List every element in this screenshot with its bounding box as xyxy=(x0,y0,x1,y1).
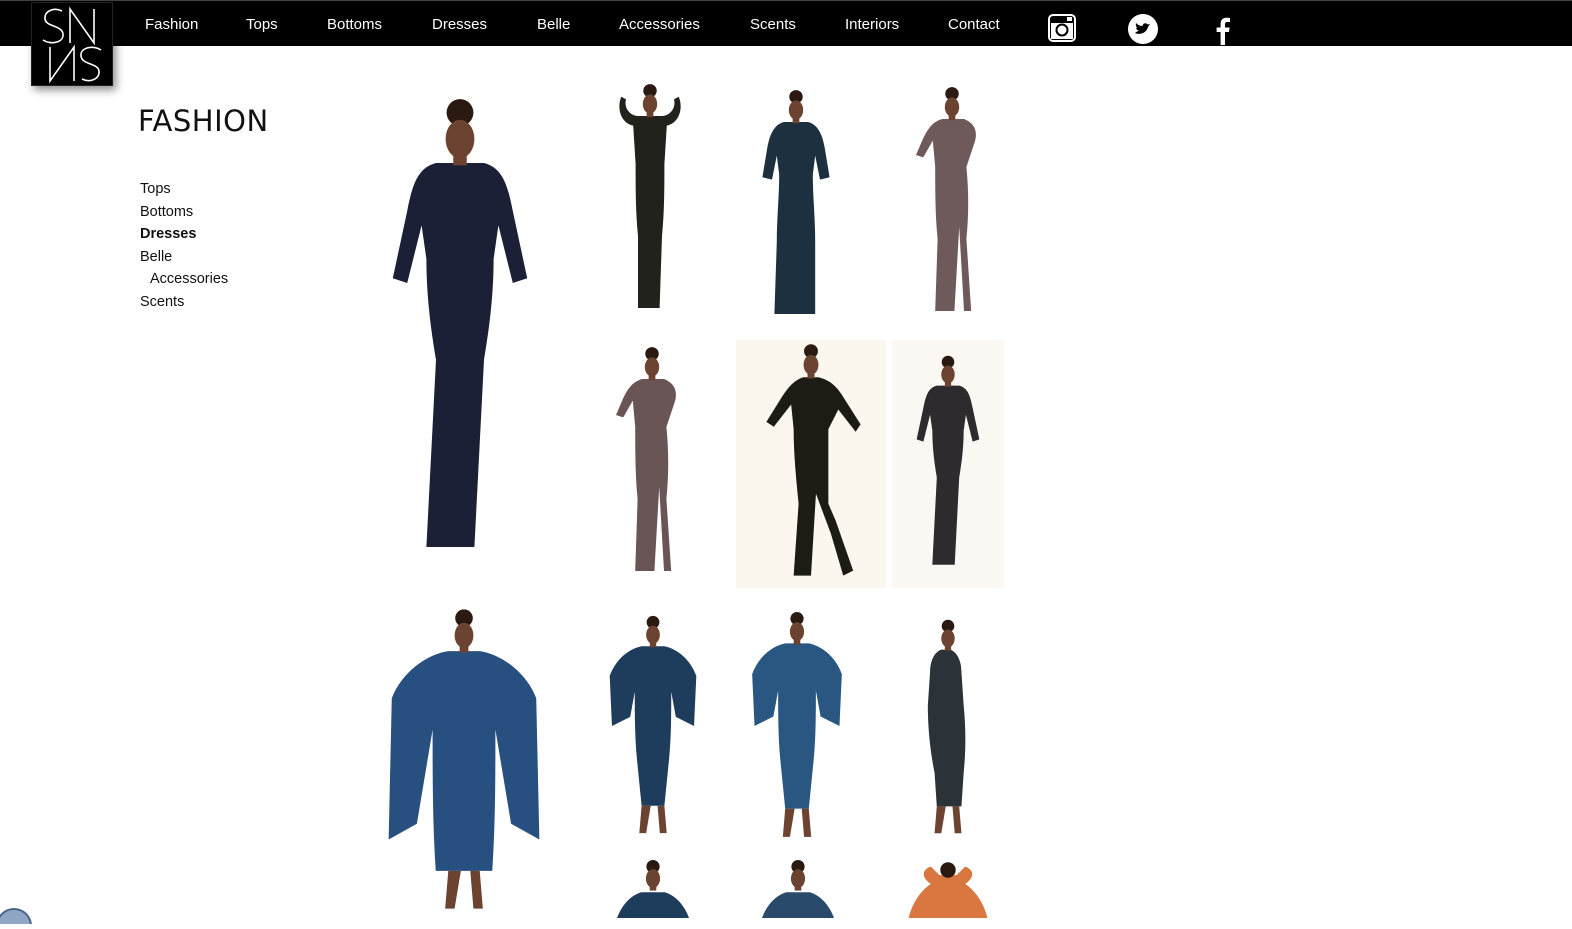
nav-tops[interactable]: Tops xyxy=(246,16,278,33)
instagram-icon[interactable] xyxy=(1046,11,1080,45)
photo-blue-cape-dress-b[interactable] xyxy=(738,604,856,848)
photo-orange-top-crop[interactable] xyxy=(890,858,1006,918)
photo-black-gown-arms-up-figure xyxy=(619,84,681,308)
photo-blue-dress-crop-2-figure xyxy=(762,859,834,918)
sidebar-item-tops[interactable]: Tops xyxy=(140,180,228,203)
photo-blue-cape-dress-front[interactable] xyxy=(340,604,588,918)
photo-mauve-gown-pose[interactable] xyxy=(892,80,1012,326)
nav-interiors[interactable]: Interiors xyxy=(845,16,899,33)
photo-blue-cape-dress-front-figure xyxy=(388,609,540,909)
photo-blue-cape-dress-back[interactable] xyxy=(892,604,1004,852)
sidebar-item-scents[interactable]: Scents xyxy=(140,293,228,316)
sidebar-menu: Tops Bottoms Dresses Belle Accessories S… xyxy=(140,180,228,315)
photo-dark-gown-hand-hip-figure xyxy=(916,355,980,565)
photo-blue-dress-crop-1[interactable] xyxy=(592,858,714,918)
photo-blue-dress-crop-1-figure xyxy=(617,859,689,918)
photo-blue-cape-dress-b-figure xyxy=(752,612,842,837)
photo-black-gown-slit-figure xyxy=(766,344,861,576)
photo-black-gown-front[interactable] xyxy=(340,86,580,576)
nav-scents[interactable]: Scents xyxy=(750,16,796,33)
photo-blue-cape-dress-a-figure xyxy=(609,615,697,834)
nav-belle[interactable]: Belle xyxy=(537,16,570,33)
photo-black-gown-front-figure xyxy=(392,99,528,547)
photo-blue-dress-crop-2[interactable] xyxy=(738,858,858,918)
top-nav-bar: Fashion Tops Bottoms Dresses Belle Acces… xyxy=(0,0,1572,46)
photo-dark-gown-hand-hip[interactable] xyxy=(892,340,1004,588)
photo-black-gown-arms-up[interactable] xyxy=(590,76,710,324)
sidebar-item-dresses[interactable]: Dresses xyxy=(140,225,228,248)
photo-orange-top-crop-figure xyxy=(908,862,988,918)
nav-bottoms[interactable]: Bottoms xyxy=(327,16,382,33)
sidebar-item-bottoms[interactable]: Bottoms xyxy=(140,203,228,226)
nav-fashion[interactable]: Fashion xyxy=(145,16,198,33)
photo-mauve-gown-side[interactable] xyxy=(592,340,712,586)
site-logo[interactable] xyxy=(31,2,113,86)
photo-black-gown-back[interactable] xyxy=(734,86,858,326)
sidebar-item-accessories[interactable]: Accessories xyxy=(140,270,228,293)
photo-blue-cape-dress-a[interactable] xyxy=(596,604,710,848)
photo-mauve-gown-pose-figure xyxy=(916,87,976,311)
nav-dresses[interactable]: Dresses xyxy=(432,16,487,33)
photo-black-gown-slit[interactable] xyxy=(736,340,886,588)
nav-contact[interactable]: Contact xyxy=(948,16,1000,33)
photo-black-gown-back-figure xyxy=(762,90,830,314)
nav-accessories[interactable]: Accessories xyxy=(619,16,700,33)
sidebar-item-belle[interactable]: Belle xyxy=(140,248,228,271)
page-title: FASHION xyxy=(138,104,269,138)
photo-blue-cape-dress-back-figure xyxy=(927,619,966,834)
photo-mauve-gown-side-figure xyxy=(616,347,676,571)
twitter-icon[interactable] xyxy=(1126,11,1160,45)
scroll-indicator-icon xyxy=(0,904,32,929)
facebook-icon[interactable] xyxy=(1206,11,1240,45)
